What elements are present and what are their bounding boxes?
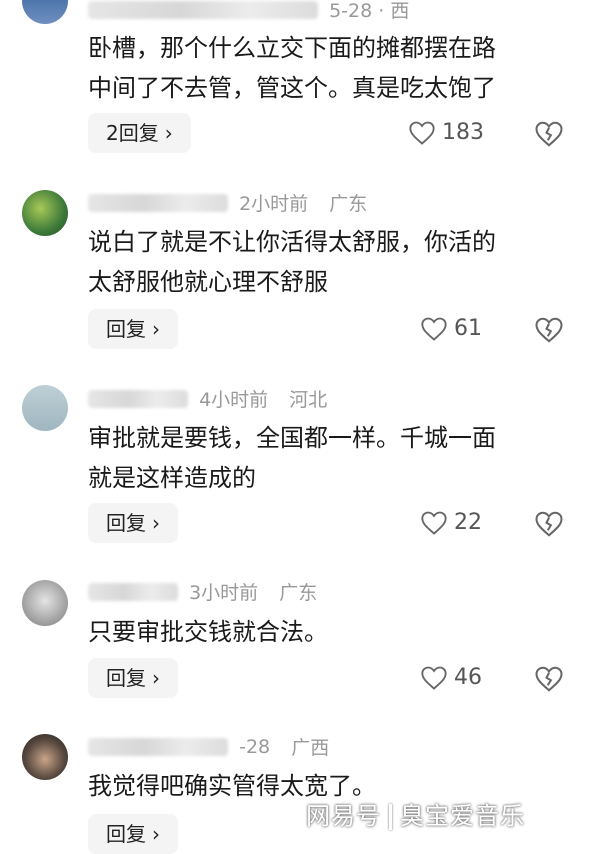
- comment-date: 5-28 · 西: [329, 0, 410, 22]
- chevron-right-icon: ›: [152, 511, 160, 535]
- comment-meta: 3小时前 广东: [88, 578, 317, 608]
- chevron-right-icon: ›: [164, 121, 173, 145]
- comment-location: 河北: [289, 389, 328, 411]
- comment-meta: 2小时前 广东: [88, 189, 367, 219]
- heart-icon: [421, 666, 447, 690]
- like-button[interactable]: 46: [420, 658, 482, 698]
- comment-meta: 4小时前 河北: [88, 385, 327, 415]
- comment-location: 广东: [329, 193, 368, 215]
- reply-button[interactable]: 回复 ›: [88, 658, 178, 698]
- comment-meta: 5-28 · 西: [88, 0, 409, 26]
- comment-meta: -28 广西: [88, 733, 329, 763]
- broken-heart-icon[interactable]: [534, 315, 564, 345]
- comment-text: 说白了就是不让你活得太舒服，你活的 太舒服他就心理不舒服: [88, 228, 496, 296]
- avatar[interactable]: [22, 580, 68, 626]
- chevron-right-icon: ›: [152, 666, 160, 690]
- username-blurred: [88, 582, 178, 601]
- avatar[interactable]: [22, 190, 68, 236]
- heart-icon: [421, 511, 447, 535]
- reply-button[interactable]: 回复 ›: [88, 814, 178, 854]
- broken-heart-icon[interactable]: [534, 664, 564, 694]
- watermark: 网易号 臭宝爱音乐: [306, 802, 525, 830]
- broken-heart-icon[interactable]: [534, 509, 564, 539]
- reply-button[interactable]: 回复 ›: [88, 503, 178, 543]
- username-blurred: [88, 193, 228, 212]
- comment-text: 只要审批交钱就合法。: [88, 618, 328, 646]
- chevron-right-icon: ›: [152, 317, 160, 341]
- comment-text: 审批就是要钱，全国都一样。千城一面 就是这样造成的: [88, 424, 496, 492]
- avatar[interactable]: [22, 385, 68, 431]
- comment-time: 3小时前: [189, 582, 259, 604]
- username-blurred: [88, 0, 318, 19]
- comment-time: 2小时前: [239, 193, 309, 215]
- comment-location: 广西: [291, 737, 330, 759]
- username-blurred: [88, 737, 228, 756]
- chevron-right-icon: ›: [152, 822, 160, 846]
- watermark-separator: [389, 804, 392, 830]
- username-blurred: [88, 389, 188, 408]
- like-button[interactable]: 22: [420, 503, 482, 543]
- like-button[interactable]: 183: [408, 113, 484, 153]
- avatar[interactable]: [22, 0, 68, 24]
- comment-time: -28: [239, 735, 271, 758]
- broken-heart-icon[interactable]: [534, 119, 564, 149]
- reply-button[interactable]: 回复 ›: [88, 309, 178, 349]
- heart-icon: [409, 121, 435, 145]
- comment-time: 4小时前: [199, 389, 269, 411]
- avatar[interactable]: [22, 734, 68, 780]
- like-button[interactable]: 61: [420, 309, 482, 349]
- reply-button[interactable]: 2回复 ›: [88, 113, 191, 153]
- comment-location: 广东: [279, 582, 318, 604]
- comment-text: 卧槽，那个什么立交下面的摊都摆在路 中间了不去管，管这个。真是吃太饱了: [88, 34, 496, 102]
- heart-icon: [421, 317, 447, 341]
